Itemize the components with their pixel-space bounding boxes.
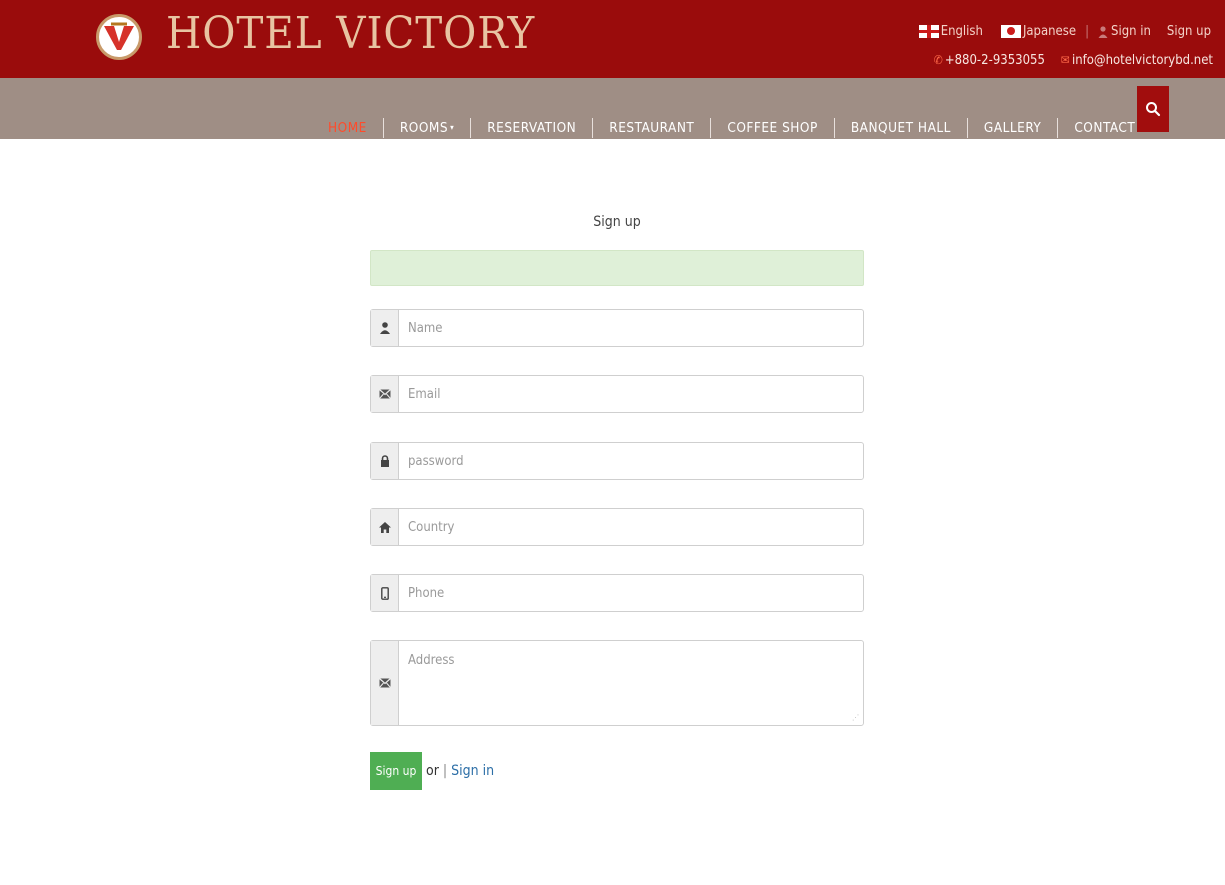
form-actions: Sign up or | Sign in xyxy=(370,752,494,790)
phone-field xyxy=(370,574,864,612)
mail-icon: ✉ xyxy=(1060,53,1070,67)
nav-banquet-hall[interactable]: BANQUET HALL xyxy=(833,118,967,138)
or-text: or xyxy=(426,763,439,779)
english-flag-icon xyxy=(918,25,939,38)
user-icon xyxy=(1098,25,1108,38)
form-alert xyxy=(370,250,864,286)
phone-addon xyxy=(371,575,399,611)
lang-japanese-link[interactable]: Japanese xyxy=(1000,24,1077,39)
email-input[interactable] xyxy=(399,376,863,412)
home-icon xyxy=(378,521,391,533)
address-addon xyxy=(371,641,399,725)
lock-icon xyxy=(380,455,389,467)
lang-english-link[interactable]: English xyxy=(918,24,983,39)
name-input[interactable] xyxy=(399,310,863,346)
phone-input[interactable] xyxy=(399,575,863,611)
lang-japanese-label: Japanese xyxy=(1022,24,1077,39)
phone-contact: ✆ +880-2-9353055 xyxy=(934,53,1045,68)
lang-english-label: English xyxy=(940,24,983,39)
email-field xyxy=(370,375,864,413)
name-addon xyxy=(371,310,399,346)
signup-submit-button[interactable]: Sign up xyxy=(370,752,422,790)
nav-reservation[interactable]: RESERVATION xyxy=(470,118,592,138)
main-nav: HOME ROOMS ▾ RESERVATION RESTAURANT COFFE… xyxy=(322,118,1151,138)
country-field xyxy=(370,508,864,546)
password-addon xyxy=(371,443,399,479)
address-field: ⋰ xyxy=(370,640,864,726)
envelope-icon xyxy=(378,678,391,688)
user-icon xyxy=(379,322,390,334)
search-button[interactable] xyxy=(1137,86,1169,132)
signin-form-link[interactable]: Sign in xyxy=(451,763,494,779)
password-input[interactable] xyxy=(399,443,863,479)
name-field xyxy=(370,309,864,347)
contact-row: ✆ +880-2-9353055 ✉ info@hotelvictorybd.net xyxy=(934,53,1213,68)
search-icon xyxy=(1146,102,1161,117)
form-title: Sign up xyxy=(593,214,641,230)
caret-down-icon: ▾ xyxy=(450,123,455,132)
email-contact[interactable]: ✉ info@hotelvictorybd.net xyxy=(1061,53,1213,68)
country-addon xyxy=(371,509,399,545)
phone-icon: ✆ xyxy=(933,53,943,67)
divider: | xyxy=(442,763,448,779)
nav-coffee-shop[interactable]: COFFEE SHOP xyxy=(710,118,833,138)
nav-rooms-label: ROOMS xyxy=(399,120,449,136)
signup-link[interactable]: Sign up xyxy=(1167,24,1211,39)
nav-rooms[interactable]: ROOMS ▾ xyxy=(382,118,470,138)
divider: | xyxy=(1085,24,1090,39)
nav-gallery[interactable]: GALLERY xyxy=(966,118,1057,138)
victory-v-logo-icon xyxy=(104,22,134,50)
nav-home[interactable]: HOME xyxy=(322,118,383,138)
hotel-logo[interactable] xyxy=(96,14,142,60)
signin-label: Sign in xyxy=(1111,24,1151,39)
top-header: HOTEL VICTORY English Japanese | Sign in… xyxy=(0,0,1225,78)
japan-flag-icon xyxy=(1000,25,1021,38)
top-links: English Japanese | Sign in Sign up xyxy=(918,24,1211,39)
mobile-phone-icon xyxy=(380,586,389,600)
brand-title[interactable]: HOTEL VICTORY xyxy=(166,6,535,62)
address-textarea[interactable] xyxy=(399,641,863,725)
country-input[interactable] xyxy=(399,509,863,545)
resize-grip-icon[interactable]: ⋰ xyxy=(852,714,860,722)
email-addon xyxy=(371,376,399,412)
phone-number: +880-2-9353055 xyxy=(944,53,1045,68)
signin-link[interactable]: Sign in xyxy=(1098,24,1151,39)
envelope-icon xyxy=(378,389,391,399)
email-address: info@hotelvictorybd.net xyxy=(1071,53,1213,68)
nav-restaurant[interactable]: RESTAURANT xyxy=(592,118,710,138)
password-field xyxy=(370,442,864,480)
